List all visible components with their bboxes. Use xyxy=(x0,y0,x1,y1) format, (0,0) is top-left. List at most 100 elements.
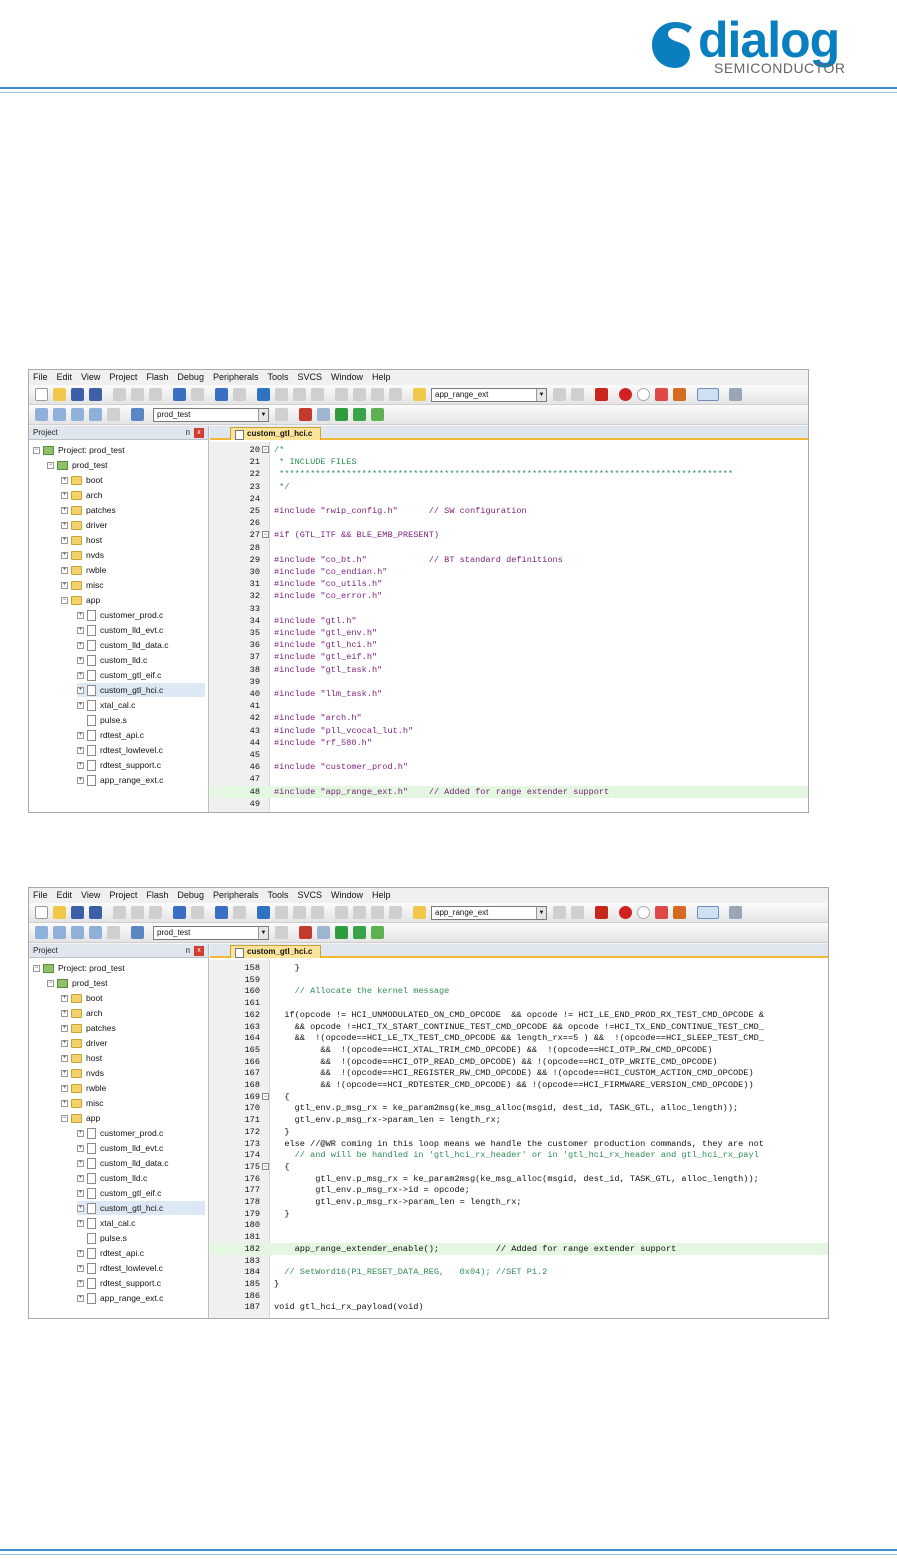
tree-file-selected[interactable]: + custom_gtl_hci.c xyxy=(77,1201,205,1215)
configure-icon[interactable] xyxy=(729,388,742,401)
redo-icon[interactable] xyxy=(191,906,204,919)
build-icon[interactable] xyxy=(53,926,66,939)
code-line[interactable]: 179 } xyxy=(210,1208,828,1220)
code-line[interactable]: 28 xyxy=(210,542,808,554)
fold-toggle-icon[interactable]: − xyxy=(262,1162,269,1170)
breakpoint-kill-all-icon[interactable] xyxy=(673,388,686,401)
rebuild-icon[interactable] xyxy=(71,408,84,421)
uncomment-icon[interactable] xyxy=(389,906,402,919)
code-line[interactable]: 24 xyxy=(210,493,808,505)
undo-icon[interactable] xyxy=(173,906,186,919)
tree-file[interactable]: + rdtest_lowlevel.c xyxy=(77,743,163,757)
code-line[interactable]: 180 xyxy=(210,1219,828,1231)
compile-icon[interactable] xyxy=(35,408,48,421)
tree-folder[interactable]: + nvds xyxy=(61,1066,104,1080)
tree-file[interactable]: + customer_prod.c xyxy=(77,1126,163,1140)
tree-file[interactable]: + custom_lld_evt.c xyxy=(77,623,163,637)
batch-build-icon[interactable] xyxy=(89,408,102,421)
bookmark-prev-icon[interactable] xyxy=(275,906,288,919)
pack-installer-icon[interactable] xyxy=(353,408,366,421)
menu-file[interactable]: File xyxy=(33,370,48,385)
tree-file[interactable]: + rdtest_api.c xyxy=(77,728,144,742)
cut-icon[interactable] xyxy=(113,906,126,919)
incremental-find-icon[interactable] xyxy=(571,906,584,919)
code-line[interactable]: 176 gtl_env.p_msg_rx = ke_param2msg(ke_m… xyxy=(210,1173,828,1185)
menu-peripherals[interactable]: Peripherals xyxy=(213,888,259,903)
code-line[interactable]: 159 xyxy=(210,974,828,986)
tree-file[interactable]: + custom_lld_data.c xyxy=(77,1156,169,1170)
target-combo[interactable]: app_range_ext ▼ xyxy=(431,388,547,402)
menu-peripherals[interactable]: Peripherals xyxy=(213,370,259,385)
menu-tools[interactable]: Tools xyxy=(267,370,288,385)
close-icon[interactable]: x xyxy=(194,946,204,956)
close-icon[interactable]: x xyxy=(194,428,204,438)
bookmark-clear-icon[interactable] xyxy=(311,388,324,401)
find-icon[interactable] xyxy=(553,388,566,401)
code-line[interactable]: 39 xyxy=(210,676,808,688)
code-line[interactable]: 35 #include "gtl_env.h" xyxy=(210,627,808,639)
target-combo[interactable]: app_range_ext ▼ xyxy=(431,906,547,920)
code-line[interactable]: 20−/* xyxy=(210,444,808,456)
code-line[interactable]: 49 xyxy=(210,798,808,810)
bookmark-next-icon[interactable] xyxy=(293,388,306,401)
save-icon[interactable] xyxy=(71,906,84,919)
tree-folder[interactable]: + driver xyxy=(61,518,107,532)
tree-folder[interactable]: + boot xyxy=(61,473,103,487)
tree-folder[interactable]: + misc xyxy=(61,1096,103,1110)
open-file-icon[interactable] xyxy=(53,388,66,401)
menu-edit[interactable]: Edit xyxy=(57,888,73,903)
menu-view[interactable]: View xyxy=(81,370,100,385)
save-all-icon[interactable] xyxy=(89,388,102,401)
code-line[interactable]: 45 xyxy=(210,749,808,761)
paste-icon[interactable] xyxy=(149,388,162,401)
menu-debug[interactable]: Debug xyxy=(177,370,204,385)
code-line[interactable]: 48 #include "app_range_ext.h" // Added fo… xyxy=(210,785,808,798)
code-line[interactable]: 37 #include "gtl_eif.h" xyxy=(210,651,808,663)
tree-folder[interactable]: + rwble xyxy=(61,1081,106,1095)
comment-icon[interactable] xyxy=(371,388,384,401)
batch-build-icon[interactable] xyxy=(89,926,102,939)
indent-icon[interactable] xyxy=(335,906,348,919)
code-line[interactable]: 158 } xyxy=(210,962,828,974)
breakpoint-icon[interactable] xyxy=(619,906,632,919)
editor-tab[interactable]: custom_gtl_hci.c xyxy=(230,427,322,440)
editor-tab[interactable]: custom_gtl_hci.c xyxy=(230,945,322,958)
code-line[interactable]: 43 #include "pll_vcocal_lut.h" xyxy=(210,725,808,737)
tree-target[interactable]: − prod_test xyxy=(47,976,107,990)
code-line[interactable]: 21 * INCLUDE FILES xyxy=(210,456,808,468)
copy-icon[interactable] xyxy=(131,906,144,919)
tree-project-root[interactable]: − Project: prod_test xyxy=(33,961,125,975)
code-line[interactable]: 22 *************************************… xyxy=(210,468,808,480)
new-file-icon[interactable] xyxy=(35,906,48,919)
code-line[interactable]: 169− { xyxy=(210,1091,828,1103)
menu-window[interactable]: Window xyxy=(331,370,363,385)
menu-svcs[interactable]: SVCS xyxy=(298,370,323,385)
breakpoint-disable-icon[interactable] xyxy=(637,906,650,919)
code-line[interactable]: 184 // SetWord16(P1_RESET_DATA_REG, 0x04… xyxy=(210,1266,828,1278)
breakpoint-kill-all-icon[interactable] xyxy=(673,906,686,919)
tree-folder[interactable]: + patches xyxy=(61,1021,116,1035)
tree-file[interactable]: + custom_gtl_eif.c xyxy=(77,1186,161,1200)
code-line[interactable]: 172 } xyxy=(210,1126,828,1138)
debug-start-icon[interactable] xyxy=(595,388,608,401)
tree-file[interactable]: + custom_lld_evt.c xyxy=(77,1141,163,1155)
run-time-env-icon[interactable] xyxy=(371,408,384,421)
tree-file[interactable]: + rdtest_api.c xyxy=(77,1246,144,1260)
tree-file[interactable]: + xtal_cal.c xyxy=(77,698,135,712)
tree-file[interactable]: + custom_gtl_eif.c xyxy=(77,668,161,682)
undo-icon[interactable] xyxy=(173,388,186,401)
save-all-icon[interactable] xyxy=(89,906,102,919)
code-line[interactable]: 178 gtl_env.p_msg_rx->param_len = length… xyxy=(210,1196,828,1208)
tree-file[interactable]: + custom_lld_data.c xyxy=(77,638,169,652)
compile-icon[interactable] xyxy=(35,926,48,939)
tree-folder[interactable]: − app xyxy=(61,593,100,607)
build-icon[interactable] xyxy=(53,408,66,421)
bookmark-icon[interactable] xyxy=(257,906,270,919)
code-line[interactable]: 187 void gtl_hci_rx_payload(void) xyxy=(210,1301,828,1313)
find-in-files-icon[interactable] xyxy=(413,388,426,401)
debug-start-icon[interactable] xyxy=(595,906,608,919)
tree-file-selected[interactable]: + custom_gtl_hci.c xyxy=(77,683,205,697)
tree-file[interactable]: + rdtest_support.c xyxy=(77,758,161,772)
tree-folder[interactable]: + arch xyxy=(61,1006,103,1020)
code-line[interactable]: 31 #include "co_utils.h" xyxy=(210,578,808,590)
